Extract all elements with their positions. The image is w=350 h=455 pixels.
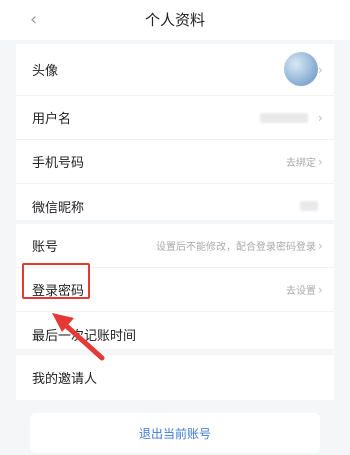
logout-area: 退出当前账号: [16, 400, 334, 455]
last-record-time-row: 最后一次记账时间: [16, 312, 334, 356]
profile-group: 头像 › 用户名 › 手机号码 去绑定 › 微信昵称: [16, 44, 334, 220]
wechat-nickname-row: 微信昵称: [16, 184, 334, 228]
login-password-value: 去设置: [286, 286, 316, 297]
last-record-time-label: 最后一次记账时间: [32, 328, 137, 344]
chevron-right-icon: ›: [318, 282, 323, 297]
phone-label: 手机号码: [32, 156, 85, 171]
phone-row[interactable]: 手机号码 去绑定 ›: [16, 140, 334, 184]
avatar-row[interactable]: 头像 ›: [16, 44, 334, 96]
inviter-group: 我的邀请人: [16, 355, 334, 400]
chevron-right-icon: ›: [318, 62, 323, 77]
highlight-box: [22, 263, 90, 299]
chevron-right-icon: ›: [318, 110, 323, 125]
chevron-right-icon: ›: [318, 154, 323, 169]
account-hint: 设置后不能修改，配合登录密码登录: [156, 242, 316, 253]
account-label: 账号: [32, 240, 59, 255]
avatar-label: 头像: [32, 64, 59, 79]
inviter-row: 我的邀请人: [16, 355, 334, 399]
avatar: [284, 52, 318, 86]
inviter-label: 我的邀请人: [32, 371, 98, 387]
account-row[interactable]: 账号 设置后不能修改，配合登录密码登录 ›: [16, 224, 334, 268]
page-title: 个人资料: [144, 11, 205, 29]
wechat-nickname-value-blurred: [300, 201, 318, 211]
username-label: 用户名: [32, 112, 72, 127]
wechat-nickname-label: 微信昵称: [32, 200, 85, 216]
logout-button[interactable]: 退出当前账号: [30, 413, 320, 453]
username-value-blurred: [260, 112, 308, 123]
phone-bind-value: 去绑定: [286, 158, 316, 169]
chevron-right-icon: ›: [318, 238, 323, 253]
nav-header: ‹ 个人资料: [0, 0, 350, 40]
username-row[interactable]: 用户名 ›: [16, 96, 334, 140]
